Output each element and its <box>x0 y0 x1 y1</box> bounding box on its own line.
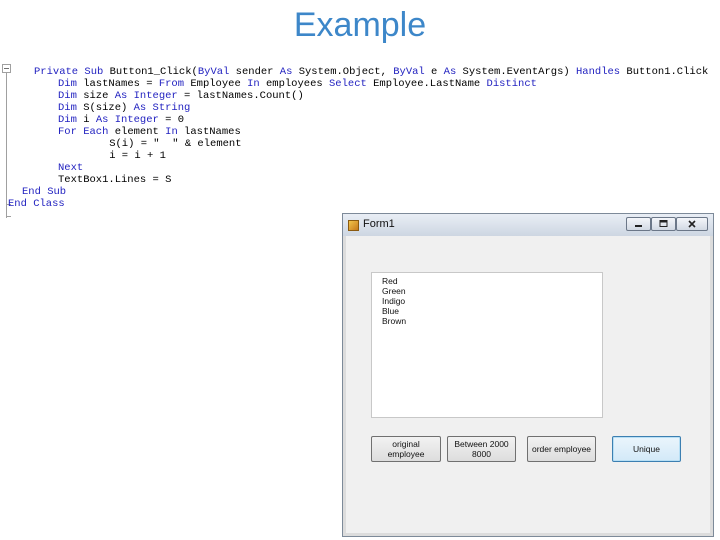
maximize-icon <box>659 220 668 227</box>
code-keyword: End Class <box>8 198 65 210</box>
code-text: lastNames = <box>76 78 159 90</box>
code-text: e <box>424 66 444 78</box>
form-window: Form1 Red Green Indigo Blue Brown origin… <box>342 213 714 537</box>
code-keyword: Dim <box>58 78 77 90</box>
code-text: element <box>108 126 166 138</box>
between-button[interactable]: Between 2000 8000 <box>447 436 516 462</box>
code-keyword: Handles <box>575 66 621 78</box>
code-line: TextBox1.Lines = S <box>58 174 171 186</box>
close-button[interactable] <box>676 217 708 231</box>
code-keyword: As Integer <box>114 90 178 102</box>
list-item: Green <box>382 286 406 296</box>
list-item: Indigo <box>382 296 406 306</box>
code-text: size <box>76 90 115 102</box>
code-keyword: ByVal <box>393 66 425 78</box>
code-keyword: Distinct <box>486 78 537 90</box>
button-label: Unique <box>633 444 660 454</box>
code-keyword: In <box>165 126 178 138</box>
order-employee-button[interactable]: order employee <box>527 436 596 462</box>
code-line: Dim lastNames = From Employee In employe… <box>58 78 537 90</box>
code-text: lastNames <box>177 126 241 138</box>
window-title: Form1 <box>363 218 395 230</box>
code-keyword: Next <box>58 162 84 174</box>
form-icon <box>348 220 359 231</box>
textbox1[interactable]: Red Green Indigo Blue Brown <box>371 272 603 418</box>
button-label: order employee <box>531 444 592 454</box>
code-line: Private Sub Button1_Click(ByVal sender A… <box>34 66 708 78</box>
list-item: Red <box>382 276 398 286</box>
outline-line <box>6 72 7 218</box>
code-text: Button1_Click( <box>109 66 198 78</box>
code-text: S(i) = " " & element <box>84 138 242 150</box>
close-icon <box>688 220 696 228</box>
code-text: i = i + 1 <box>84 150 166 162</box>
code-line: Dim size As Integer = lastNames.Count() <box>58 90 304 102</box>
code-line: End Sub <box>22 186 66 198</box>
code-line: Next <box>58 162 83 174</box>
code-keyword: End Sub <box>22 186 67 198</box>
code-editor: Private Sub Button1_Click(ByVal sender A… <box>0 62 708 232</box>
code-keyword: For Each <box>58 126 109 138</box>
code-keyword: In <box>247 78 260 90</box>
code-keyword: As <box>443 66 457 78</box>
code-line: i = i + 1 <box>84 150 166 162</box>
code-text: sender <box>229 66 280 78</box>
code-text: = lastNames.Count() <box>177 90 304 102</box>
code-text: S(size) <box>76 102 134 114</box>
code-keyword: As String <box>133 102 191 114</box>
code-text: System.Object, <box>292 66 394 78</box>
code-keyword: ByVal <box>197 66 230 78</box>
code-keyword: Dim <box>58 102 77 114</box>
code-keyword: As <box>279 66 293 78</box>
code-text: Employee <box>184 78 248 90</box>
code-keyword: Dim <box>58 90 77 102</box>
code-keyword: From <box>158 78 185 90</box>
code-text: Employee.LastName <box>366 78 487 90</box>
original-employee-button[interactable]: original employee <box>371 436 441 462</box>
outline-tick <box>6 216 11 217</box>
slide-title: Example <box>293 6 427 44</box>
code-keyword: As Integer <box>95 114 159 126</box>
unique-button[interactable]: Unique <box>612 436 681 462</box>
code-line: Dim i As Integer = 0 <box>58 114 184 126</box>
list-item: Brown <box>382 316 407 326</box>
minimize-button[interactable] <box>626 217 651 231</box>
code-text: TextBox1.Lines = S <box>58 174 172 186</box>
maximize-button[interactable] <box>651 217 676 231</box>
button-label: original employee <box>387 439 425 459</box>
list-item: Blue <box>382 306 400 316</box>
code-text: i <box>76 114 96 126</box>
code-line: For Each element In lastNames <box>58 126 241 138</box>
code-keyword: Dim <box>58 114 77 126</box>
code-text: Button1.Click <box>620 66 709 78</box>
code-keyword: Select <box>328 78 367 90</box>
code-text: System.EventArgs) <box>456 66 576 78</box>
code-line: Dim S(size) As String <box>58 102 190 114</box>
code-line: End Class <box>8 198 65 210</box>
minimize-icon <box>635 225 642 227</box>
form-client-area: Red Green Indigo Blue Brown original emp… <box>346 236 710 533</box>
code-keyword: Private Sub <box>34 66 110 78</box>
code-text: = 0 <box>158 114 185 126</box>
code-text: employees <box>259 78 329 90</box>
code-line: S(i) = " " & element <box>84 138 242 150</box>
window-titlebar[interactable]: Form1 <box>343 214 713 236</box>
button-label: Between 2000 8000 <box>454 439 509 459</box>
